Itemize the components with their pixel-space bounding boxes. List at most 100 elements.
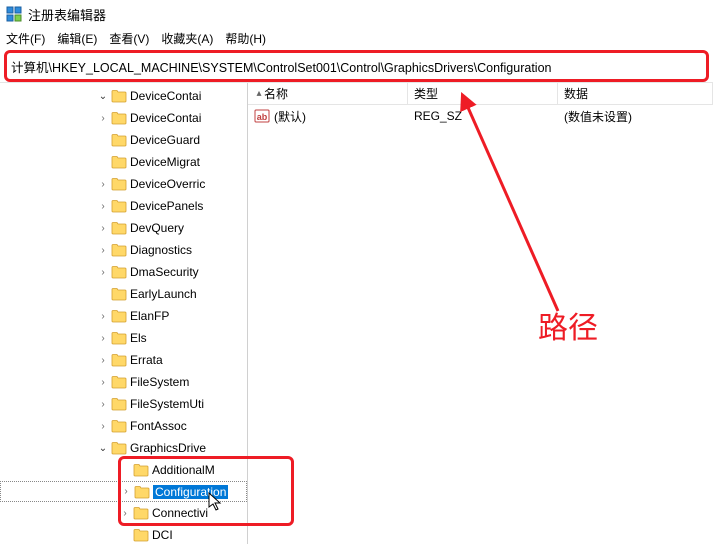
tree-item-label: DevicePanels: [130, 199, 203, 213]
tree-item-additionalm[interactable]: ›AdditionalM: [0, 459, 247, 481]
value-name-cell: ab (默认): [248, 108, 408, 125]
chevron-right-icon[interactable]: ›: [96, 113, 110, 124]
address-bar[interactable]: 计算机\HKEY_LOCAL_MACHINE\SYSTEM\ControlSet…: [11, 57, 702, 76]
tree-item-errata[interactable]: › Errata: [0, 349, 247, 371]
folder-icon: [111, 111, 127, 125]
tree-item-devquery[interactable]: › DevQuery: [0, 217, 247, 239]
tree-item-dmasecurity[interactable]: ›DmaSecurity: [0, 261, 247, 283]
folder-icon: [111, 287, 127, 301]
column-header-name[interactable]: ▴ 名称: [248, 83, 408, 104]
chevron-right-icon[interactable]: ›: [96, 245, 110, 256]
title-bar: 注册表编辑器: [0, 0, 713, 28]
tree-item-label: GraphicsDrive: [130, 441, 206, 455]
folder-icon: [111, 331, 127, 345]
folder-icon: [133, 463, 149, 477]
tree-item-label: Els: [130, 331, 147, 345]
tree-item-label: Configuration: [153, 485, 228, 499]
tree-item-label: Diagnostics: [130, 243, 192, 257]
value-type: REG_SZ: [408, 109, 558, 123]
chevron-right-icon[interactable]: ›: [96, 267, 110, 278]
folder-icon: [111, 309, 127, 323]
folder-icon: [133, 528, 149, 542]
column-header-data-label: 数据: [564, 85, 588, 102]
tree-item-deviceguard[interactable]: ›DeviceGuard: [0, 129, 247, 151]
tree-item-label: DeviceGuard: [130, 133, 200, 147]
tree-item-label: EarlyLaunch: [130, 287, 197, 301]
tree-item-label: DeviceContai: [130, 89, 201, 103]
folder-icon: [111, 353, 127, 367]
folder-icon: [111, 221, 127, 235]
chevron-right-icon[interactable]: ›: [96, 399, 110, 410]
tree-item-fontassoc[interactable]: › FontAssoc: [0, 415, 247, 437]
tree-item-label: FontAssoc: [130, 419, 187, 433]
chevron-right-icon[interactable]: ›: [96, 311, 110, 322]
tree-item-devicecontai[interactable]: ⌄ DeviceContai: [0, 85, 247, 107]
chevron-right-icon[interactable]: ›: [96, 333, 110, 344]
address-bar-annotation-box: 计算机\HKEY_LOCAL_MACHINE\SYSTEM\ControlSet…: [4, 50, 709, 82]
chevron-right-icon[interactable]: ›: [96, 223, 110, 234]
tree-item-devicemigrat[interactable]: ›DeviceMigrat: [0, 151, 247, 173]
menu-file[interactable]: 文件(F): [6, 30, 45, 47]
value-row[interactable]: ab (默认) REG_SZ (数值未设置): [248, 105, 713, 127]
chevron-down-icon[interactable]: ⌄: [96, 443, 110, 454]
tree-item-label: DeviceContai: [130, 111, 201, 125]
tree-item-label: DevQuery: [130, 221, 184, 235]
folder-icon: [111, 133, 127, 147]
tree-item-filesystemuti[interactable]: ›FileSystemUti: [0, 393, 247, 415]
folder-icon: [111, 177, 127, 191]
chevron-right-icon[interactable]: ›: [96, 355, 110, 366]
tree-item-label: DeviceOverric: [130, 177, 205, 191]
tree-item-label: Connectivi: [152, 506, 208, 520]
folder-icon: [111, 375, 127, 389]
value-data: (数值未设置): [558, 108, 713, 125]
tree-item-connectivi[interactable]: › Connectivi: [0, 502, 247, 524]
window-title: 注册表编辑器: [28, 5, 106, 24]
chevron-right-icon[interactable]: ›: [118, 508, 132, 519]
folder-icon: [111, 155, 127, 169]
menu-bar: 文件(F) 编辑(E) 查看(V) 收藏夹(A) 帮助(H): [0, 28, 713, 48]
column-headers: ▴ 名称 类型 数据: [248, 83, 713, 105]
tree-item-graphicsdrive[interactable]: ⌄ GraphicsDrive: [0, 437, 247, 459]
tree-item-label: ElanFP: [130, 309, 169, 323]
values-pane[interactable]: ▴ 名称 类型 数据 ab (默认) REG_SZ (数值未设: [248, 83, 713, 544]
string-value-icon: ab: [254, 108, 270, 124]
tree-item-devicepanels[interactable]: › DevicePanels: [0, 195, 247, 217]
tree-item-diagnostics[interactable]: › Diagnostics: [0, 239, 247, 261]
tree-item-configuration[interactable]: › Configuration: [0, 481, 247, 502]
chevron-right-icon[interactable]: ›: [96, 377, 110, 388]
tree-item-filesystem[interactable]: ›FileSystem: [0, 371, 247, 393]
chevron-right-icon[interactable]: ›: [96, 179, 110, 190]
sort-indicator-icon: ▴: [254, 88, 264, 99]
column-header-data[interactable]: 数据: [558, 83, 713, 104]
tree-item-elanfp[interactable]: › ElanFP: [0, 305, 247, 327]
chevron-right-icon[interactable]: ›: [96, 421, 110, 432]
menu-help[interactable]: 帮助(H): [225, 30, 266, 47]
folder-icon: [111, 243, 127, 257]
annotation-arrow: [448, 91, 608, 341]
tree-item-deviceoverric[interactable]: › DeviceOverric: [0, 173, 247, 195]
folder-icon: [111, 419, 127, 433]
tree-item-label: AdditionalM: [152, 463, 215, 477]
column-header-type[interactable]: 类型: [408, 83, 558, 104]
regedit-app-icon: [6, 6, 22, 22]
menu-edit[interactable]: 编辑(E): [57, 30, 97, 47]
menu-favorites[interactable]: 收藏夹(A): [161, 30, 213, 47]
folder-icon: [111, 199, 127, 213]
tree-item-dci[interactable]: ›DCI: [0, 524, 247, 544]
tree-item-els[interactable]: › Els: [0, 327, 247, 349]
folder-icon: [133, 506, 149, 520]
main-area: ⌄DeviceContai›DeviceContai›DeviceGuard›D…: [0, 82, 713, 544]
chevron-right-icon[interactable]: ›: [96, 201, 110, 212]
annotation-label: 路径: [538, 303, 598, 347]
menu-view[interactable]: 查看(V): [109, 30, 149, 47]
tree-item-label: Errata: [130, 353, 163, 367]
tree-pane[interactable]: ⌄DeviceContai›DeviceContai›DeviceGuard›D…: [0, 83, 248, 544]
column-header-type-label: 类型: [414, 85, 438, 102]
folder-icon: [111, 89, 127, 103]
tree-item-earlylaunch[interactable]: ›EarlyLaunch: [0, 283, 247, 305]
tree-item-devicecontai[interactable]: › DeviceContai: [0, 107, 247, 129]
chevron-right-icon[interactable]: ›: [119, 486, 133, 497]
svg-text:ab: ab: [257, 112, 268, 122]
chevron-down-icon[interactable]: ⌄: [96, 91, 110, 102]
tree-item-label: DCI: [152, 528, 173, 542]
